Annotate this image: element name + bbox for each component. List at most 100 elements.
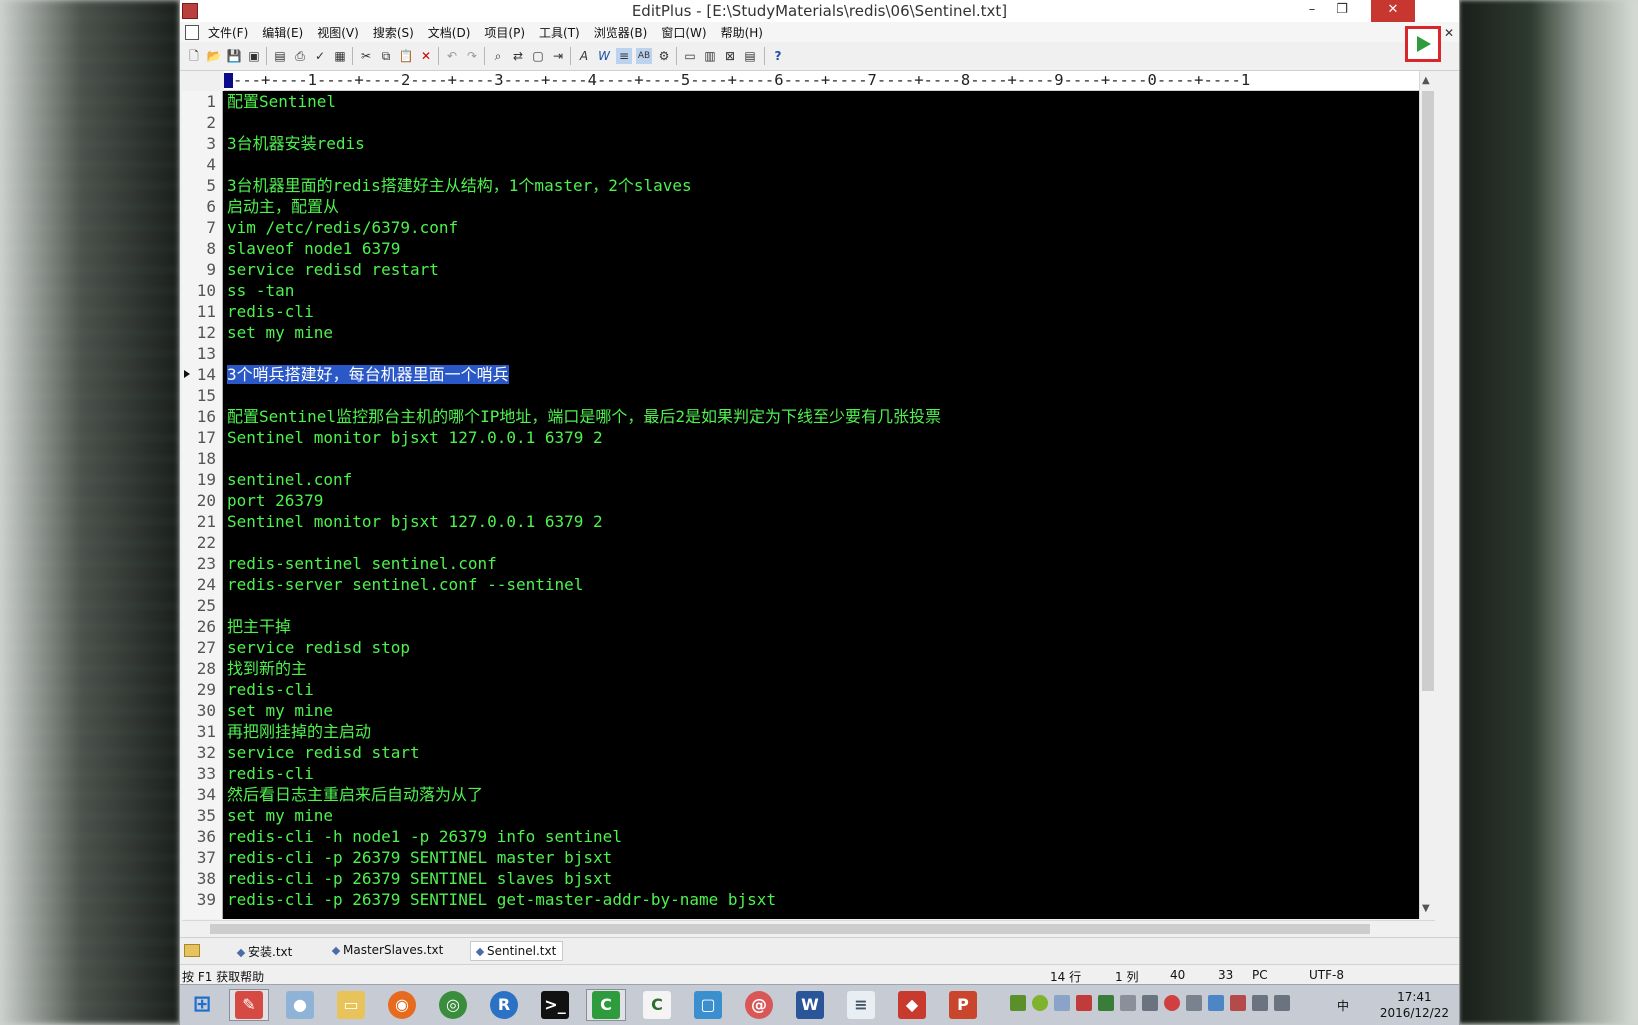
code-line[interactable]: 找到新的主	[223, 658, 1419, 679]
vertical-scrollbar[interactable]: ▲ ▼	[1419, 71, 1436, 919]
taskbar-cmd[interactable]: >_	[535, 989, 575, 1021]
folder-icon[interactable]	[184, 944, 200, 957]
window-list-icon[interactable]: ▤	[742, 48, 758, 64]
mdi-close-icon[interactable]: ✕	[1444, 26, 1454, 40]
spell-check-icon[interactable]: ✓	[312, 48, 328, 64]
tab-install[interactable]: 安装.txt	[236, 943, 292, 960]
screen-recorder-logo[interactable]	[1405, 26, 1441, 62]
code-line[interactable]: ss -tan	[223, 280, 1419, 301]
code-line[interactable]: port 26379	[223, 490, 1419, 511]
code-line[interactable]: vim /etc/redis/6379.conf	[223, 217, 1419, 238]
taskbar-clock[interactable]: 17:41 2016/12/22	[1380, 989, 1449, 1021]
menu-item[interactable]: 搜索(S)	[373, 24, 414, 41]
print-icon[interactable]: ⎙	[292, 48, 308, 64]
taskbar-firefox[interactable]: ◉	[382, 989, 422, 1021]
tray-power-icon[interactable]	[1252, 995, 1268, 1011]
tray-antivirus-icon[interactable]	[1076, 995, 1092, 1011]
taskbar-r[interactable]: R	[484, 989, 524, 1021]
code-line[interactable]: redis-cli -h node1 -p 26379 info sentine…	[223, 826, 1419, 847]
tray-record-icon[interactable]	[1164, 995, 1180, 1011]
menu-item[interactable]: 文件(F)	[208, 24, 248, 41]
code-line[interactable]: redis-cli	[223, 763, 1419, 784]
code-line[interactable]	[223, 385, 1419, 406]
tray-app-icon[interactable]	[1010, 995, 1026, 1011]
ime-indicator[interactable]: 中	[1337, 997, 1349, 1014]
code-line[interactable]	[223, 154, 1419, 175]
minimize-button[interactable]: –	[1297, 0, 1327, 22]
close-button[interactable]: ✕	[1371, 0, 1415, 22]
code-line[interactable]: 把主干掉	[223, 616, 1419, 637]
text-editor[interactable]: 配置Sentinel 3台机器安装redis 3台机器里面的redis搭建好主从结构…	[223, 91, 1419, 919]
cut-icon[interactable]: ✂	[358, 48, 374, 64]
code-line[interactable]: redis-cli	[223, 679, 1419, 700]
help-icon[interactable]: ?	[770, 48, 786, 64]
window-tile-icon[interactable]: ▭	[682, 48, 698, 64]
menu-item[interactable]: 浏览器(B)	[594, 24, 648, 41]
goto-line-icon[interactable]: ⇥	[550, 48, 566, 64]
code-line[interactable]: Sentinel monitor bjsxt 127.0.0.1 6379 2	[223, 427, 1419, 448]
code-line[interactable]: redis-cli -p 26379 SENTINEL get-master-a…	[223, 889, 1419, 910]
document-icon[interactable]	[185, 25, 199, 40]
print-preview-icon[interactable]: ▤	[272, 48, 288, 64]
taskbar-word[interactable]: W	[790, 989, 830, 1021]
tray-volume-icon[interactable]	[1142, 995, 1158, 1011]
redo-icon[interactable]: ↷	[464, 48, 480, 64]
taskbar-camtasia-1[interactable]: C	[586, 989, 626, 1021]
taskbar-powerpoint[interactable]: P	[943, 989, 983, 1021]
code-line[interactable]: 3个哨兵搭建好，每台机器里面一个哨兵	[223, 364, 1419, 385]
code-line[interactable]: redis-cli	[223, 301, 1419, 322]
code-line[interactable]: 然后看日志主重启来后自动落为从了	[223, 784, 1419, 805]
font-icon[interactable]: A	[576, 48, 592, 64]
horizontal-scrollbar[interactable]	[182, 920, 1435, 937]
code-line[interactable]: 再把刚挂掉的主启动	[223, 721, 1419, 742]
code-line[interactable]	[223, 343, 1419, 364]
code-line[interactable]	[223, 112, 1419, 133]
taskbar-editplus[interactable]: ✎	[229, 989, 269, 1021]
code-line[interactable]: slaveof node1 6379	[223, 238, 1419, 259]
replace-icon[interactable]: ⇄	[510, 48, 526, 64]
scroll-up-arrow-icon[interactable]: ▲	[1422, 75, 1430, 86]
start-button[interactable]: ⊞	[182, 989, 222, 1021]
tray-display-icon[interactable]	[1186, 995, 1202, 1011]
taskbar-notepad[interactable]: ≡	[841, 989, 881, 1021]
tray-flag-icon[interactable]	[1230, 995, 1246, 1011]
code-line[interactable]: set my mine	[223, 805, 1419, 826]
restore-button[interactable]: ❐	[1327, 0, 1357, 22]
tray-nvidia-icon[interactable]	[1098, 995, 1114, 1011]
menu-item[interactable]: 视图(V)	[317, 24, 359, 41]
tab-masterslaves[interactable]: MasterSlaves.txt	[331, 943, 443, 957]
horizontal-scroll-thumb[interactable]	[210, 924, 1370, 934]
code-line[interactable]: redis-sentinel sentinel.conf	[223, 553, 1419, 574]
word-wrap-icon[interactable]: W	[596, 48, 612, 64]
code-line[interactable]: redis-cli -p 26379 SENTINEL slaves bjsxt	[223, 868, 1419, 889]
code-line[interactable]: 启动主，配置从	[223, 196, 1419, 217]
code-line[interactable]: sentinel.conf	[223, 469, 1419, 490]
menu-item[interactable]: 项目(P)	[484, 24, 525, 41]
menu-item[interactable]: 帮助(H)	[721, 24, 763, 41]
code-line[interactable]: redis-server sentinel.conf --sentinel	[223, 574, 1419, 595]
taskbar-app-swirl[interactable]: @	[739, 989, 779, 1021]
code-line[interactable]: service redisd start	[223, 742, 1419, 763]
code-line[interactable]	[223, 532, 1419, 553]
tray-add-icon[interactable]	[1032, 995, 1048, 1011]
tray-sync-icon[interactable]	[1208, 995, 1224, 1011]
code-line[interactable]: 配置Sentinel监控那台主机的哪个IP地址，端口是哪个，最后2是如果判定为下…	[223, 406, 1419, 427]
status-encoding[interactable]: UTF-8	[1309, 968, 1344, 982]
ruler-toggle-icon[interactable]: AB	[636, 48, 652, 64]
menu-item[interactable]: 编辑(E)	[262, 24, 303, 41]
settings-icon[interactable]: ⚙	[656, 48, 672, 64]
code-line[interactable]: set my mine	[223, 322, 1419, 343]
copy-icon[interactable]: ⧉	[378, 48, 394, 64]
code-line[interactable]: 配置Sentinel	[223, 91, 1419, 112]
taskbar-camtasia-2[interactable]: C	[637, 989, 677, 1021]
taskbar-chrome[interactable]: ◎	[433, 989, 473, 1021]
tab-sentinel[interactable]: Sentinel.txt	[470, 941, 564, 961]
status-line-ending[interactable]: PC	[1252, 968, 1268, 982]
paste-icon[interactable]: 📋	[398, 48, 414, 64]
taskbar-app-window[interactable]: ▢	[688, 989, 728, 1021]
scroll-down-arrow-icon[interactable]: ▼	[1422, 903, 1430, 914]
code-line[interactable]: redis-cli -p 26379 SENTINEL master bjsxt	[223, 847, 1419, 868]
page-setup-icon[interactable]: ▦	[332, 48, 348, 64]
find-icon[interactable]: ⌕	[490, 48, 506, 64]
window-cascade-icon[interactable]: ▥	[702, 48, 718, 64]
